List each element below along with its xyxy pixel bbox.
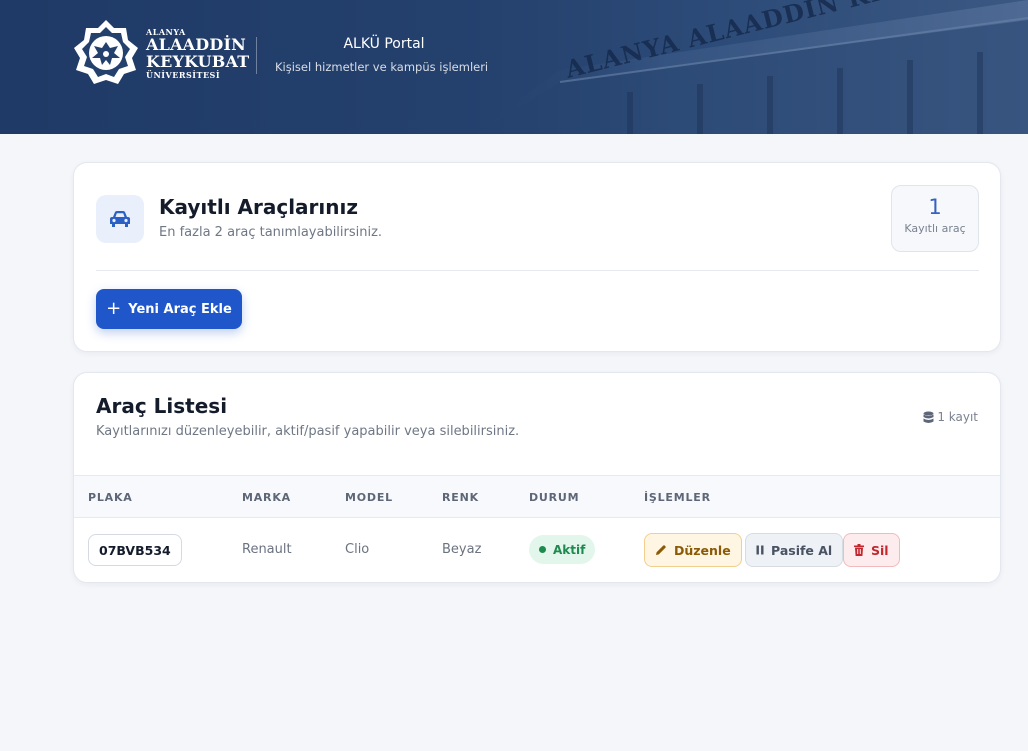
logo-line-2: KEYKUBAT bbox=[146, 51, 250, 71]
portal-title: ALKÜ Portal bbox=[343, 36, 425, 52]
plate-badge: 07BVB534 bbox=[88, 534, 182, 566]
car-icon bbox=[110, 211, 130, 227]
logo-small-bottom: ÜNİVERSİTESİ bbox=[146, 69, 221, 80]
vehicles-subtitle: En fazla 2 araç tanımlayabilirsiniz. bbox=[159, 225, 383, 240]
logo-line-1: ALAADDİN bbox=[146, 34, 246, 54]
deactivate-label: Pasife Al bbox=[771, 542, 833, 558]
car-icon-tile bbox=[96, 195, 144, 243]
vehicle-count-value: 1 bbox=[928, 195, 942, 219]
column-plate: PLAKA bbox=[88, 491, 133, 504]
vehicle-count-label: Kayıtlı araç bbox=[904, 222, 966, 235]
vehicle-count-box: 1 Kayıtlı araç bbox=[891, 185, 979, 252]
record-count: 1 kayıt bbox=[923, 410, 978, 424]
record-count-label: 1 kayıt bbox=[937, 410, 978, 424]
plus-icon: + bbox=[106, 298, 122, 319]
list-title: Araç Listesi bbox=[96, 394, 228, 418]
edit-label: Düzenle bbox=[674, 542, 731, 558]
card-divider bbox=[96, 270, 979, 271]
cell-model: Clio bbox=[345, 542, 370, 557]
portal-subtitle: Kişisel hizmetler ve kampüs işlemleri bbox=[275, 60, 489, 74]
status-dot-icon bbox=[539, 546, 546, 553]
university-seal-icon bbox=[74, 20, 138, 84]
vehicles-title: Kayıtlı Araçlarınız bbox=[159, 195, 359, 219]
vehicle-list-card: Araç Listesi Kayıtlarınızı düzenleyebili… bbox=[73, 372, 1001, 583]
deactivate-button[interactable]: Pasife Al bbox=[745, 533, 844, 567]
column-model: MODEL bbox=[345, 491, 393, 504]
delete-label: Sil bbox=[871, 542, 889, 558]
status-label: Aktif bbox=[553, 542, 586, 557]
header-divider bbox=[256, 37, 257, 74]
university-logo[interactable]: ALANYA ALAADDİN KEYKUBAT ÜNİVERSİTESİ bbox=[72, 18, 249, 88]
add-vehicle-button[interactable]: + Yeni Araç Ekle bbox=[96, 289, 242, 329]
pencil-icon bbox=[656, 545, 666, 555]
cell-color: Beyaz bbox=[442, 542, 482, 557]
cell-brand: Renault bbox=[242, 542, 292, 557]
status-badge: Aktif bbox=[529, 535, 596, 564]
site-header: ALANYA ALAADDIN KE ALANYA ALAADDİN KEYKU… bbox=[0, 0, 1028, 134]
pause-icon bbox=[756, 545, 764, 555]
registered-vehicles-card: Kayıtlı Araçlarınız En fazla 2 araç tanı… bbox=[73, 162, 1001, 352]
add-vehicle-label: Yeni Araç Ekle bbox=[128, 301, 232, 317]
delete-button[interactable]: Sil bbox=[843, 533, 900, 567]
column-brand: MARKA bbox=[242, 491, 291, 504]
edit-button[interactable]: Düzenle bbox=[644, 533, 742, 567]
column-actions: İŞLEMLER bbox=[644, 491, 711, 504]
column-color: RENK bbox=[442, 491, 479, 504]
table-header: PLAKA MARKA MODEL RENK DURUM İŞLEMLER bbox=[74, 475, 1000, 518]
column-status: DURUM bbox=[529, 491, 580, 504]
trash-icon bbox=[854, 544, 864, 556]
database-icon bbox=[923, 411, 934, 423]
campus-building-image: ALANYA ALAADDIN KE bbox=[470, 0, 1028, 134]
list-subtitle: Kayıtlarınızı düzenleyebilir, aktif/pasi… bbox=[96, 424, 520, 439]
